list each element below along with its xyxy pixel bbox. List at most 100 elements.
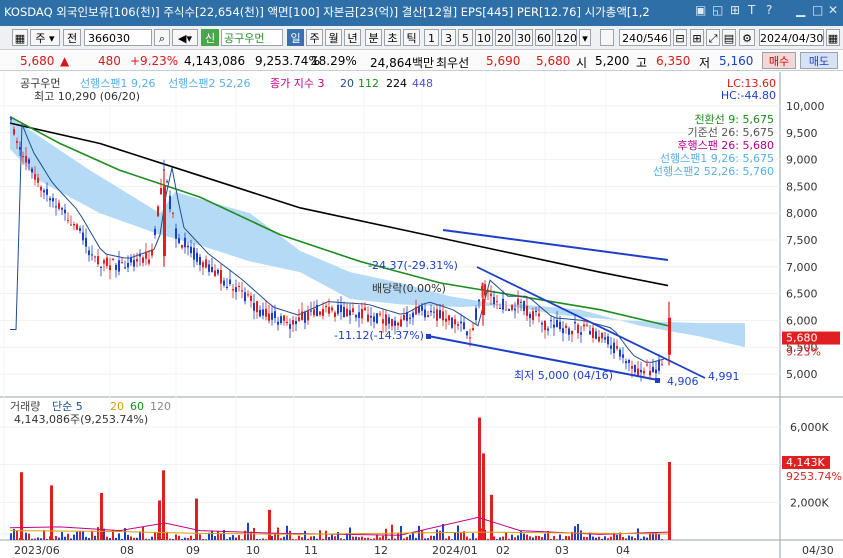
candle-body bbox=[631, 366, 633, 369]
legend-ma112: 112 bbox=[358, 77, 379, 90]
candle-body bbox=[106, 257, 108, 267]
period-minute[interactable]: 분 bbox=[365, 29, 382, 46]
interval-20[interactable]: 20 bbox=[495, 29, 513, 46]
interval-60[interactable]: 60 bbox=[535, 29, 553, 46]
candle-body bbox=[412, 312, 414, 318]
ichimoku-lagging: 후행스팬 26: 5,680 bbox=[677, 139, 774, 152]
volume-bar bbox=[199, 534, 201, 540]
candle-body bbox=[448, 315, 450, 321]
zoom-in-icon[interactable]: ⊞ bbox=[690, 29, 704, 46]
period-year[interactable]: 년 bbox=[344, 29, 361, 46]
candle-body bbox=[325, 306, 327, 308]
candle-body bbox=[646, 364, 648, 366]
candle-body bbox=[121, 262, 123, 264]
candle-body bbox=[91, 254, 93, 256]
trend-icon[interactable]: ⤢ bbox=[706, 29, 720, 46]
candle-body bbox=[268, 313, 270, 321]
interval-dropdown-icon[interactable]: ▾ bbox=[579, 29, 591, 46]
volume-bar bbox=[409, 534, 411, 540]
text-icon[interactable]: T bbox=[748, 3, 755, 17]
type-select[interactable]: 주 ▾ bbox=[30, 29, 60, 46]
interval-30[interactable]: 30 bbox=[515, 29, 533, 46]
period-month[interactable]: 월 bbox=[325, 29, 342, 46]
volume-bar bbox=[343, 539, 345, 540]
interval-3[interactable]: 3 bbox=[441, 29, 456, 46]
calendar-icon[interactable]: ▦ bbox=[826, 29, 840, 46]
candle-body bbox=[574, 321, 576, 324]
interval-1[interactable]: 1 bbox=[424, 29, 439, 46]
window-icon[interactable]: ▣ bbox=[695, 3, 706, 17]
period-second[interactable]: 초 bbox=[384, 29, 401, 46]
search-icon[interactable]: ⌕ bbox=[154, 29, 170, 46]
save-icon[interactable]: ▤ bbox=[722, 29, 736, 46]
sell-button[interactable]: 매도 bbox=[800, 52, 838, 69]
candle-body bbox=[361, 308, 363, 319]
candle-body bbox=[271, 312, 273, 320]
settings-icon[interactable]: ⚙ bbox=[739, 29, 755, 46]
legend-name: 공구우먼 bbox=[20, 77, 60, 90]
candle-body bbox=[556, 319, 558, 328]
candle-body bbox=[58, 202, 60, 209]
candle-body bbox=[346, 308, 348, 317]
range-input[interactable]: 240/546 bbox=[619, 29, 671, 46]
volume-bar bbox=[511, 534, 513, 540]
close-icon[interactable]: ✕ bbox=[828, 3, 838, 17]
volume-bar bbox=[403, 538, 405, 540]
volume-bar bbox=[82, 531, 84, 540]
minimize-icon[interactable]: ▁ bbox=[796, 3, 805, 17]
volume-bar bbox=[265, 539, 267, 540]
volume: 4,143,086 bbox=[184, 54, 246, 68]
help-icon[interactable]: ? bbox=[766, 3, 772, 17]
candle-body bbox=[187, 245, 189, 248]
candle-body bbox=[661, 364, 663, 366]
volume-bar bbox=[301, 537, 303, 540]
candle-body bbox=[421, 305, 423, 311]
pin-icon[interactable]: ⊞ bbox=[730, 3, 740, 17]
candle-body bbox=[367, 314, 369, 322]
volume-bar bbox=[496, 539, 498, 540]
candle-body bbox=[247, 294, 249, 296]
date-input[interactable]: 2024/04/30 bbox=[759, 29, 824, 46]
maximize-icon[interactable]: □ bbox=[812, 3, 823, 17]
volume-bar bbox=[292, 539, 294, 540]
prev-button[interactable]: 전 bbox=[63, 29, 81, 46]
candle-body bbox=[40, 186, 42, 191]
stock-chart[interactable]: 공구우먼 선행스팬1 9,26 선행스팬2 52,26 종가 지수 3 20 1… bbox=[0, 72, 843, 558]
candle-body bbox=[166, 181, 168, 183]
drop-annotation-2: -11.12(-14.37%) bbox=[334, 329, 424, 342]
period-tick[interactable]: 틱 bbox=[403, 29, 420, 46]
candle-body bbox=[232, 289, 234, 291]
low-label: 저 bbox=[699, 56, 711, 70]
volume-spike bbox=[482, 453, 485, 540]
candle-body bbox=[238, 286, 240, 288]
ichimoku-conversion: 전환선 9: 5,675 bbox=[694, 113, 774, 126]
buy-button[interactable]: 매수 bbox=[762, 52, 796, 69]
candle-body bbox=[112, 259, 114, 261]
candle-body bbox=[538, 313, 540, 317]
volume-bar bbox=[499, 537, 501, 540]
interval-10[interactable]: 10 bbox=[475, 29, 493, 46]
restore-icon[interactable]: ◱ bbox=[712, 3, 723, 17]
volume-bar bbox=[610, 536, 612, 540]
volume-bar bbox=[565, 535, 567, 540]
code-input[interactable]: 366030 bbox=[84, 29, 152, 46]
y-tick-label: 10,000 bbox=[786, 100, 825, 113]
interval-120[interactable]: 120 bbox=[555, 29, 577, 46]
checkbox-icon[interactable] bbox=[600, 29, 614, 46]
volume-spike bbox=[162, 470, 165, 540]
period-day[interactable]: 일 bbox=[287, 29, 304, 46]
candle-body bbox=[433, 311, 435, 313]
current-price-label: 5,680 bbox=[786, 332, 818, 345]
candle-body bbox=[52, 197, 54, 202]
candle-body bbox=[103, 260, 105, 264]
period-week[interactable]: 주 bbox=[306, 29, 323, 46]
speaker-icon[interactable]: ◀▾ bbox=[172, 29, 198, 46]
candle-body bbox=[640, 369, 642, 373]
zoom-icon[interactable]: ⊟ bbox=[673, 29, 687, 46]
candle-body bbox=[292, 320, 294, 325]
candle-body bbox=[214, 270, 216, 277]
volume-bar bbox=[142, 526, 144, 540]
grid-icon[interactable]: ▦ bbox=[12, 29, 28, 46]
interval-5[interactable]: 5 bbox=[458, 29, 473, 46]
candle-body bbox=[436, 309, 438, 321]
